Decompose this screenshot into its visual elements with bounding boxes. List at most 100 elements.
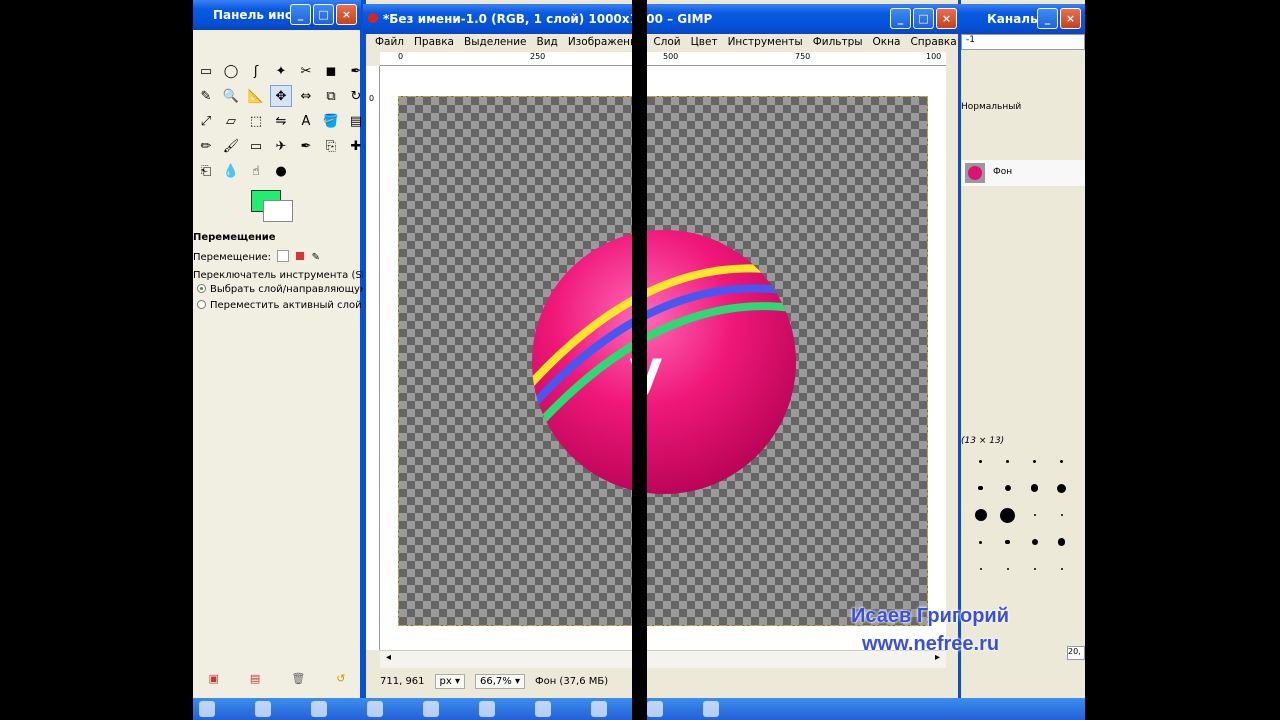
restore-options-icon[interactable]: ▤: [250, 672, 260, 685]
brush-preset[interactable]: [1021, 477, 1048, 499]
text-icon[interactable]: A: [295, 110, 317, 132]
taskbar-app-icon[interactable]: [367, 701, 383, 717]
brush-preset[interactable]: [1048, 477, 1075, 499]
menu-item[interactable]: Цвет: [686, 32, 723, 52]
color-select-icon[interactable]: ◼: [320, 60, 342, 82]
brush-preset[interactable]: [1048, 558, 1075, 580]
delete-options-icon[interactable]: 🗑: [291, 672, 305, 685]
pencil-icon[interactable]: ✏: [195, 135, 217, 157]
crop-icon[interactable]: ⧉: [320, 85, 342, 107]
radio-move-active[interactable]: Переместить активный слой: [197, 300, 362, 311]
zoom-select[interactable]: 66,7% ▾: [475, 673, 525, 689]
move-selection-icon[interactable]: [296, 252, 305, 260]
paint-bucket-icon[interactable]: 🪣: [320, 110, 342, 132]
brush-preset[interactable]: [967, 504, 994, 526]
brush-preset[interactable]: [1021, 504, 1048, 526]
eraser-icon[interactable]: ▭: [245, 135, 267, 157]
fuzzy-select-icon[interactable]: ✦: [270, 60, 292, 82]
dodge-icon[interactable]: ●: [270, 160, 292, 182]
clone-icon[interactable]: ⎘: [320, 135, 342, 157]
toolbox-minimize-button[interactable]: _: [290, 4, 311, 25]
reset-options-icon[interactable]: ↺: [336, 672, 345, 685]
menu-item[interactable]: Окна: [868, 32, 906, 52]
brush-preset[interactable]: [967, 531, 994, 553]
menu-item[interactable]: Слой: [648, 32, 685, 52]
perspective-icon[interactable]: ⬚: [245, 110, 267, 132]
image-select[interactable]: -1: [961, 34, 1085, 50]
smudge-icon[interactable]: ☝: [245, 160, 267, 182]
brush-preset[interactable]: [994, 477, 1021, 499]
align-icon[interactable]: ⇔: [295, 85, 317, 107]
brush-preset[interactable]: [1048, 504, 1075, 526]
flip-icon[interactable]: ⇋: [270, 110, 292, 132]
taskbar-app-icon[interactable]: [479, 701, 495, 717]
brush-preset[interactable]: [1048, 531, 1075, 553]
brush-preset[interactable]: [994, 504, 1021, 526]
move-layer-icon[interactable]: [277, 250, 290, 262]
move-icon[interactable]: ✥: [270, 85, 292, 107]
brush-icon[interactable]: 🖌: [220, 135, 242, 157]
brush-preset[interactable]: [1021, 450, 1048, 472]
menu-item[interactable]: Правка: [409, 32, 459, 52]
dock-titlebar[interactable]: Каналы, ... _ ×: [961, 4, 1085, 34]
lasso-icon[interactable]: ʃ: [245, 60, 267, 82]
brush-preset[interactable]: [967, 450, 994, 472]
airbrush-icon[interactable]: ✈: [270, 135, 292, 157]
dock-close-button[interactable]: ×: [1060, 8, 1081, 29]
dock-minimize-button[interactable]: _: [1037, 8, 1058, 29]
measure-icon[interactable]: 📐: [245, 85, 267, 107]
taskbar-app-icon[interactable]: [255, 701, 271, 717]
color-picker-icon[interactable]: ✎: [195, 85, 217, 107]
unit-select[interactable]: px ▾: [434, 673, 465, 689]
horizontal-ruler[interactable]: 0 250 500 750 100: [380, 52, 946, 66]
ellipse-select-icon[interactable]: ◯: [220, 60, 242, 82]
spacing-field[interactable]: 20,: [1067, 646, 1085, 660]
perspective-clone-icon[interactable]: ⎗: [195, 160, 217, 182]
blur-icon[interactable]: 💧: [220, 160, 242, 182]
zoom-icon[interactable]: 🔍: [220, 85, 242, 107]
image-minimize-button[interactable]: _: [890, 8, 911, 29]
brush-preset[interactable]: [1021, 531, 1048, 553]
taskbar-app-icon[interactable]: [591, 701, 607, 717]
brush-preset[interactable]: [967, 558, 994, 580]
brush-preset[interactable]: [1048, 450, 1075, 472]
toolbox-titlebar[interactable]: Панель инс... _ □ ×: [193, 0, 361, 30]
toolbox-close-button[interactable]: ×: [336, 4, 357, 25]
taskbar-app-icon[interactable]: [535, 701, 551, 717]
taskbar-app-icon[interactable]: [423, 701, 439, 717]
scale-icon[interactable]: ⤢: [195, 110, 217, 132]
taskbar-app-icon[interactable]: [311, 701, 327, 717]
brush-preset[interactable]: [967, 477, 994, 499]
menu-item[interactable]: Вид: [532, 32, 563, 52]
scissors-icon[interactable]: ✂: [295, 60, 317, 82]
ruler-label-750: 750: [795, 52, 811, 61]
rect-select-icon[interactable]: ▭: [195, 60, 217, 82]
image-canvas[interactable]: у: [398, 96, 928, 626]
layer-row[interactable]: Фон: [961, 160, 1085, 186]
taskbar-app-icon[interactable]: [647, 701, 663, 717]
move-path-icon[interactable]: ✎: [312, 252, 320, 263]
ink-icon[interactable]: ✒: [295, 135, 317, 157]
image-window-titlebar[interactable]: *Без имени-1.0 (RGB, 1 слой) 1000x1000 –…: [363, 4, 961, 34]
canvas-area[interactable]: у: [380, 66, 946, 650]
taskbar-app-icon[interactable]: [199, 701, 215, 717]
image-close-button[interactable]: ×: [936, 8, 957, 29]
save-options-icon[interactable]: ▣: [209, 672, 219, 685]
toolbox-maximize-button[interactable]: □: [313, 4, 334, 25]
shear-icon[interactable]: ▱: [220, 110, 242, 132]
background-color-swatch[interactable]: [263, 200, 293, 222]
brush-preset[interactable]: [994, 450, 1021, 472]
menu-item[interactable]: Инструменты: [723, 32, 808, 52]
brush-preset[interactable]: [1021, 558, 1048, 580]
menu-item[interactable]: Справка: [905, 32, 961, 52]
brush-preset[interactable]: [994, 531, 1021, 553]
scroll-left-icon[interactable]: ◂: [386, 652, 391, 663]
brush-preset[interactable]: [994, 558, 1021, 580]
radio-pick-layer[interactable]: Выбрать слой/направляющую: [197, 284, 368, 295]
menu-item[interactable]: Фильтры: [808, 32, 868, 52]
image-maximize-button[interactable]: □: [913, 8, 934, 29]
menu-item[interactable]: Файл: [370, 32, 409, 52]
menu-item[interactable]: Выделение: [459, 32, 532, 52]
taskbar-app-icon[interactable]: [703, 701, 719, 717]
vertical-ruler[interactable]: 0: [366, 66, 380, 650]
